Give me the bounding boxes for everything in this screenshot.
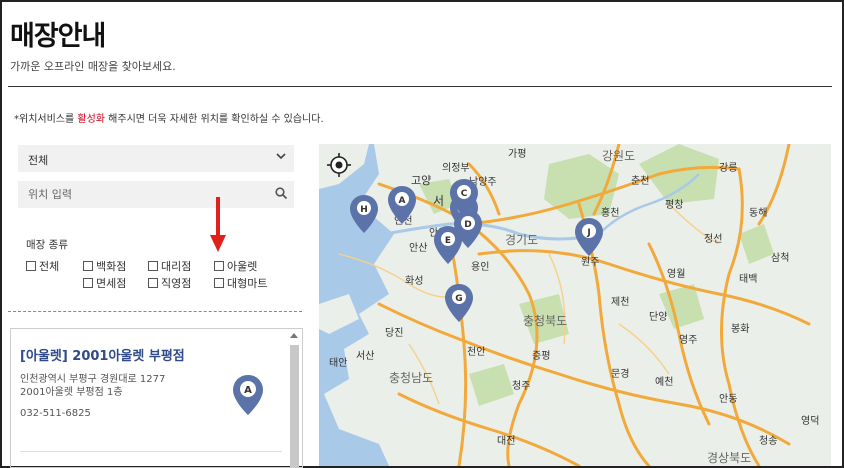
- red-arrow-annotation-icon: [210, 197, 226, 252]
- svg-text:제천: 제천: [611, 296, 629, 308]
- svg-text:정선: 정선: [704, 233, 722, 245]
- notice-suffix: 해주시면 더욱 자세한 위치를 확인하실 수 있습니다.: [105, 114, 324, 125]
- section-divider: [8, 311, 302, 312]
- type-checkbox-duty-free[interactable]: 면세점: [83, 275, 126, 291]
- svg-text:단양: 단양: [649, 311, 667, 323]
- type-checkbox-agency[interactable]: 대리점: [148, 258, 191, 274]
- svg-text:청송: 청송: [759, 435, 777, 447]
- map-marker-icon[interactable]: A: [231, 373, 265, 417]
- svg-text:J: J: [586, 228, 590, 238]
- svg-text:삼척: 삼척: [771, 252, 789, 264]
- svg-text:천안: 천안: [467, 346, 485, 358]
- svg-text:춘천: 춘천: [631, 175, 649, 187]
- svg-text:동해: 동해: [749, 206, 767, 219]
- svg-text:평창: 평창: [665, 199, 683, 211]
- svg-text:안산: 안산: [409, 242, 427, 254]
- svg-text:충청북도: 충청북도: [523, 314, 567, 328]
- svg-text:당진: 당진: [385, 327, 403, 339]
- checkbox[interactable]: [214, 261, 224, 271]
- header-divider: [8, 86, 832, 87]
- svg-text:충청남도: 충청남도: [389, 371, 433, 385]
- svg-text:영주: 영주: [679, 334, 697, 346]
- checkbox[interactable]: [83, 261, 93, 271]
- svg-text:D: D: [464, 220, 471, 230]
- svg-text:문경: 문경: [611, 367, 629, 380]
- location-notice: *위치서비스를 활성화 해주시면 더욱 자세한 위치를 확인하실 수 있습니다.: [14, 110, 324, 125]
- svg-text:A: A: [244, 385, 252, 396]
- region-select-value: 전체: [28, 154, 49, 167]
- chevron-down-icon: [276, 151, 286, 164]
- svg-text:태안: 태안: [329, 357, 347, 369]
- svg-text:E: E: [445, 236, 451, 246]
- store-list[interactable]: [아울렛] 2001아울렛 부평점 인천광역시 부평구 경원대로 1277 20…: [10, 328, 303, 468]
- location-search: [18, 181, 294, 208]
- svg-text:대전: 대전: [497, 435, 515, 447]
- checkbox[interactable]: [148, 261, 158, 271]
- type-checkbox-outlet[interactable]: 아울렛: [214, 258, 257, 274]
- list-separator: [20, 451, 282, 452]
- svg-text:서산: 서산: [356, 350, 374, 362]
- svg-text:홍천: 홍천: [601, 206, 619, 219]
- svg-text:예천: 예천: [655, 376, 673, 388]
- svg-text:용인: 용인: [471, 261, 489, 273]
- checkbox[interactable]: [148, 278, 158, 288]
- store-type-label: 매장 종류: [26, 239, 68, 251]
- page-subtitle: 가까운 오프라인 매장을 찾아보세요.: [10, 60, 176, 73]
- svg-text:의정부: 의정부: [442, 162, 470, 174]
- store-address: 인천광역시 부평구 경원대로 1277 2001아울렛 부평점 1층: [20, 374, 166, 398]
- svg-text:고양: 고양: [411, 174, 431, 187]
- store-name[interactable]: [아울렛] 2001아울렛 부평점: [20, 345, 185, 364]
- activate-location-link[interactable]: 활성화: [77, 114, 105, 125]
- svg-text:C: C: [461, 189, 468, 199]
- svg-text:서: 서: [433, 194, 444, 208]
- store-map[interactable]: 가평 강원도 춘천 의정부 남양주 고양 서 홍천 강릉 횡성 평창 동해 경기…: [319, 144, 831, 466]
- scrollbar[interactable]: [290, 345, 299, 467]
- search-icon[interactable]: [274, 186, 288, 200]
- svg-text:강릉: 강릉: [719, 162, 737, 174]
- scroll-up-arrow-icon[interactable]: [290, 333, 298, 338]
- svg-text:경상북도: 경상북도: [707, 451, 751, 465]
- svg-text:영월: 영월: [667, 268, 685, 280]
- svg-text:화성: 화성: [405, 275, 423, 287]
- type-checkbox-direct[interactable]: 직영점: [148, 275, 191, 291]
- store-phone: 032-511-6825: [20, 408, 91, 419]
- svg-text:청주: 청주: [512, 380, 530, 392]
- svg-text:원주: 원주: [581, 256, 599, 268]
- svg-text:영덕: 영덕: [801, 415, 819, 427]
- svg-text:태백: 태백: [739, 273, 757, 285]
- map-canvas[interactable]: 가평 강원도 춘천 의정부 남양주 고양 서 홍천 강릉 횡성 평창 동해 경기…: [319, 144, 831, 466]
- page-title: 매장안내: [10, 21, 106, 52]
- notice-prefix: *위치서비스를: [14, 114, 78, 125]
- svg-text:경기도: 경기도: [505, 233, 538, 247]
- svg-text:강원도: 강원도: [602, 149, 635, 163]
- checkbox[interactable]: [26, 261, 36, 271]
- type-checkbox-department[interactable]: 백화점: [83, 258, 126, 274]
- svg-text:봉화: 봉화: [731, 323, 749, 335]
- svg-text:A: A: [399, 196, 406, 206]
- checkbox[interactable]: [83, 278, 93, 288]
- svg-text:G: G: [455, 294, 462, 304]
- type-checkbox-all[interactable]: 전체: [26, 258, 59, 274]
- type-checkbox-mart[interactable]: 대형마트: [214, 275, 267, 291]
- region-select[interactable]: 전체: [18, 145, 294, 172]
- svg-text:가평: 가평: [508, 148, 526, 160]
- svg-text:안동: 안동: [719, 393, 737, 405]
- svg-text:H: H: [360, 205, 368, 215]
- svg-text:증평: 증평: [532, 350, 550, 362]
- checkbox[interactable]: [214, 278, 224, 288]
